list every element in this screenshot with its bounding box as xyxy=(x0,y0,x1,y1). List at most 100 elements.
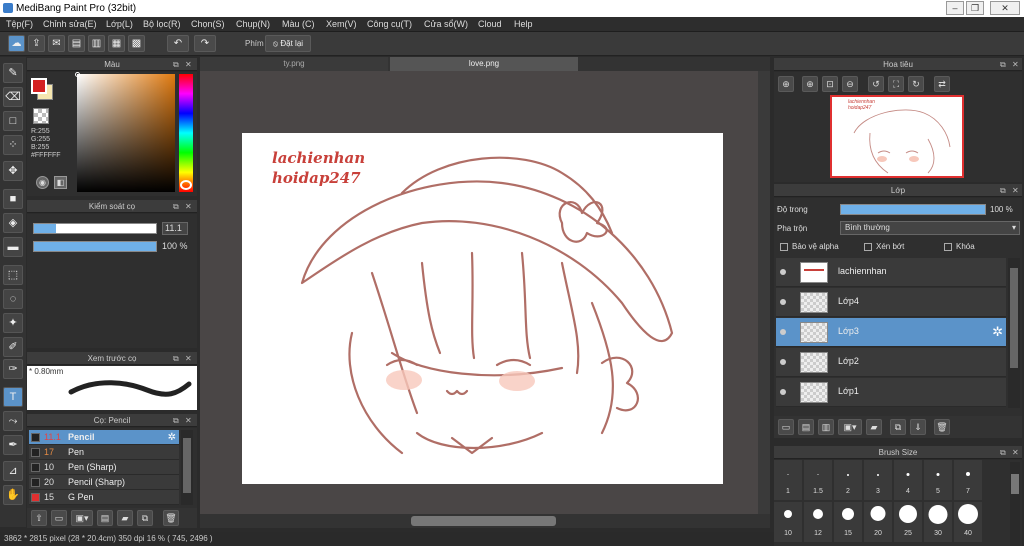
text-icon[interactable]: T xyxy=(3,387,23,407)
menu-layer[interactable]: Lớp(L) xyxy=(106,19,133,29)
brush-size-option[interactable]: 30 xyxy=(924,502,952,542)
brush-size-option[interactable]: 2 xyxy=(834,460,862,500)
horizontal-scrollbar[interactable] xyxy=(200,514,770,528)
new-layer-icon[interactable]: ▭ xyxy=(778,419,794,435)
flip-icon[interactable]: ⇄ xyxy=(934,76,950,92)
menu-tools[interactable]: Công cụ(T) xyxy=(367,19,412,29)
menu-file[interactable]: Tệp(F) xyxy=(6,19,33,29)
hand-icon[interactable]: ✋ xyxy=(3,485,23,505)
redo-icon[interactable]: ↷ xyxy=(194,35,216,52)
color-field-cursor[interactable] xyxy=(75,72,80,77)
layer-row[interactable]: lachiennhan xyxy=(776,258,1006,287)
brush-item[interactable]: 10 Pen (Sharp) xyxy=(29,460,179,475)
navigator-preview[interactable]: lachiennhan hoidap247 xyxy=(830,95,964,178)
gear-icon[interactable]: ✲ xyxy=(992,324,1003,340)
magic-wand-icon[interactable]: ✦ xyxy=(3,313,23,333)
close-icon[interactable]: ✕ xyxy=(185,200,192,213)
brush-item[interactable]: 20 Pencil (Sharp) xyxy=(29,475,179,490)
close-icon[interactable]: ✕ xyxy=(1012,58,1019,71)
trash-icon[interactable]: 🗑 xyxy=(934,419,950,435)
upload-brush-icon[interactable]: ⇧ xyxy=(31,510,47,526)
vertical-scrollbar[interactable] xyxy=(758,71,770,514)
brush-size-option[interactable]: 12 xyxy=(804,502,832,542)
dot-tool-icon[interactable]: ⁘ xyxy=(3,135,23,155)
scroll-thumb[interactable] xyxy=(183,438,191,493)
brush-settings-icon[interactable]: ▤ xyxy=(97,510,113,526)
hue-slider[interactable] xyxy=(179,74,193,192)
visibility-icon[interactable] xyxy=(780,329,786,335)
brush-size-option[interactable]: 7 xyxy=(954,460,982,500)
brush-size-slider[interactable] xyxy=(33,223,157,234)
rotate-left-icon[interactable]: ↺ xyxy=(868,76,884,92)
primary-color-swatch[interactable] xyxy=(31,78,47,94)
page-list-icon[interactable]: ▦ xyxy=(108,35,125,52)
brush-size-option[interactable]: 4 xyxy=(894,460,922,500)
visibility-icon[interactable] xyxy=(780,359,786,365)
comment-icon[interactable]: ✉ xyxy=(48,35,65,52)
brush-item[interactable]: 17 Pen xyxy=(29,445,179,460)
blend-mode-select[interactable]: Bình thường ▾ xyxy=(840,221,1020,235)
menu-edit[interactable]: Chỉnh sửa(E) xyxy=(43,19,97,29)
color-field[interactable] xyxy=(77,74,175,192)
palette-icon[interactable]: ◉ xyxy=(36,176,49,189)
brush-opacity-slider[interactable] xyxy=(33,241,157,252)
menu-view[interactable]: Xem(V) xyxy=(326,19,357,29)
brush-size-option[interactable]: 10 xyxy=(774,502,802,542)
layer-row[interactable]: Lớp4 xyxy=(776,288,1006,317)
duplicate-layer-icon[interactable]: ⧉ xyxy=(890,419,906,435)
popout-icon[interactable]: ⧉ xyxy=(1000,184,1006,197)
zoom-in-step-icon[interactable]: ⊕ xyxy=(802,76,818,92)
gear-icon[interactable]: ✲ xyxy=(168,430,176,445)
brush-size-scrollbar[interactable] xyxy=(1010,462,1020,546)
cloud-icon[interactable]: ☁ xyxy=(8,35,25,52)
new-halftone-layer-icon[interactable]: ▤ xyxy=(798,419,814,435)
artwork-canvas[interactable]: lachienhan hoidap247 xyxy=(242,133,723,484)
transparent-swatch[interactable] xyxy=(33,108,49,124)
reset-button[interactable]: ⦸ Đặt lại xyxy=(265,35,311,52)
zoom-out-icon[interactable]: ⊖ xyxy=(842,76,858,92)
popout-icon[interactable]: ⧉ xyxy=(173,352,179,365)
menu-help[interactable]: Help xyxy=(514,19,533,29)
move-icon[interactable]: ✥ xyxy=(3,161,23,181)
menu-color[interactable]: Màu (C) xyxy=(282,19,315,29)
layer-row[interactable]: Lớp1 xyxy=(776,378,1006,407)
maximize-button[interactable]: ❐ xyxy=(966,1,984,15)
trash-icon[interactable]: 🗑 xyxy=(163,510,179,526)
rectangle-icon[interactable]: □ xyxy=(3,111,23,131)
visibility-icon[interactable] xyxy=(780,269,786,275)
brush-size-option[interactable]: 1 xyxy=(774,460,802,500)
visibility-icon[interactable] xyxy=(780,299,786,305)
minimize-button[interactable]: – xyxy=(946,1,964,15)
scroll-thumb[interactable] xyxy=(1011,474,1019,494)
grid-icon[interactable]: ▩ xyxy=(128,35,145,52)
close-icon[interactable]: ✕ xyxy=(1012,446,1019,459)
lock-checkbox[interactable]: Khóa xyxy=(944,242,975,251)
layer-row[interactable]: Lớp2 xyxy=(776,348,1006,377)
scroll-thumb[interactable] xyxy=(411,516,556,526)
folder-icon[interactable]: ▰ xyxy=(117,510,133,526)
brush-size-option[interactable]: 3 xyxy=(864,460,892,500)
select-eraser-icon[interactable]: ✑ xyxy=(3,359,23,379)
close-icon[interactable]: ✕ xyxy=(1012,184,1019,197)
add-layer-menu-icon[interactable]: ▣▾ xyxy=(838,419,862,435)
zoom-in-icon[interactable]: ⊕ xyxy=(778,76,794,92)
menu-cloud[interactable]: Cloud xyxy=(478,19,502,29)
scroll-thumb[interactable] xyxy=(1010,268,1018,368)
brush-icon[interactable]: ✎ xyxy=(3,63,23,83)
layer-opacity-slider[interactable] xyxy=(840,204,986,215)
popout-icon[interactable]: ⧉ xyxy=(1000,58,1006,71)
operation-icon[interactable]: ⤳ xyxy=(3,411,23,431)
clipping-checkbox[interactable]: Xén bớt xyxy=(864,242,904,251)
brush-item[interactable]: 11.1 Pencil ✲ xyxy=(29,430,179,445)
eraser-icon[interactable]: ⌫ xyxy=(3,87,23,107)
brush-size-option[interactable]: 1.5 xyxy=(804,460,832,500)
new-8bit-layer-icon[interactable]: ▥ xyxy=(818,419,834,435)
brush-size-option[interactable]: 20 xyxy=(864,502,892,542)
merge-layer-icon[interactable]: ⇓ xyxy=(910,419,926,435)
brush-size-value[interactable]: 11.1 xyxy=(162,222,188,235)
hue-slider-handle[interactable] xyxy=(180,180,192,190)
add-brush-icon[interactable]: ▣▾ xyxy=(71,510,93,526)
undo-icon[interactable]: ↶ xyxy=(167,35,189,52)
menu-capture[interactable]: Chụp(N) xyxy=(236,19,270,29)
select-rect-icon[interactable]: ⬚ xyxy=(3,265,23,285)
